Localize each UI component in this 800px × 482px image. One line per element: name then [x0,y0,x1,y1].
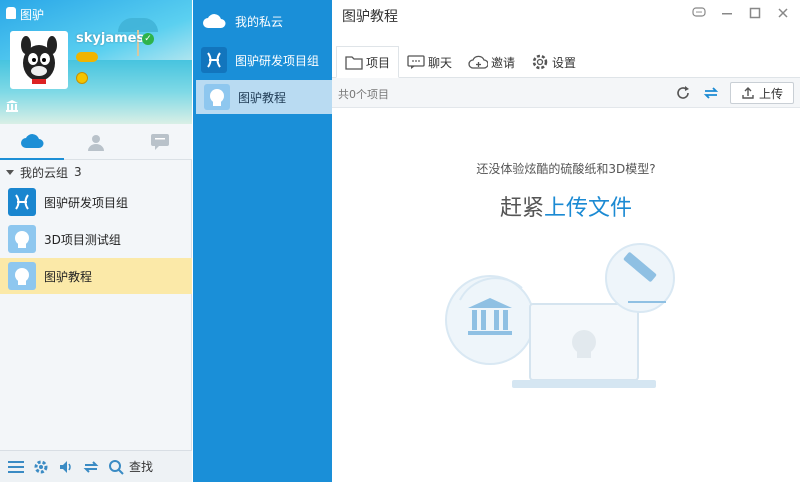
app-logo-icon [6,7,16,19]
laptop-illustration-icon [512,303,656,388]
tab-cloud[interactable] [0,124,64,160]
gear-icon [532,54,548,70]
sync-icon[interactable] [83,459,99,475]
maximize-icon[interactable] [748,6,762,20]
close-icon[interactable] [776,6,790,20]
nav-item-label: 图驴研发项目组 [235,53,320,68]
tab-invite[interactable]: 邀请 [460,46,523,78]
bank-circle [445,275,535,365]
folder-icon [345,56,363,70]
group-item-selected[interactable]: 图驴教程 [0,258,192,294]
level-badge-icon [76,52,98,62]
empty-state-question: 还没体验炫酷的硫酸纸和3D模型? [476,162,656,176]
window-controls [692,6,790,20]
cloud-icon [21,134,44,148]
tab-label: 设置 [552,55,577,70]
empty-state-cta: 赶紧上传文件 [332,190,800,222]
collapse-triangle-icon [6,169,14,175]
cloud-group-label: 我的云组 [20,165,69,180]
left-panel: 图驴 skyjames ✓ 我的云组 3 图驴研发项目组 3D项目测试组 图驴教… [0,0,192,482]
tab-contacts[interactable] [64,124,128,160]
tab-label: 邀请 [491,55,516,70]
head-avatar-icon [8,262,36,290]
upload-icon [742,87,754,99]
tab-label: 聊天 [428,55,453,70]
upload-file-link[interactable]: 上传文件 [544,196,632,221]
username: skyjames [76,31,145,46]
nav-item-selected[interactable]: 图驴教程 [196,80,332,114]
group-item[interactable]: 3D项目测试组 [0,221,192,257]
content-panel: 图驴教程 项目 聊天 邀请 设置 共0个项目 上传 还没体验炫酷的硫酸纸和3D模… [332,0,800,482]
bottom-toolbar: 查找 [0,450,192,482]
tab-messages[interactable] [128,124,192,160]
upload-label: 上传 [758,86,783,101]
tab-chat[interactable]: 聊天 [399,46,460,78]
head-avatar-icon [8,225,36,253]
pisces-icon [201,47,227,73]
cloud-invite-icon [468,55,489,69]
chat-icon [407,55,425,69]
sync-button[interactable] [702,84,720,102]
item-count: 共0个项目 [338,88,389,101]
message-icon [151,134,169,150]
empty-state-illustration [445,243,675,388]
profile-banner: 图驴 skyjames ✓ [0,0,192,124]
pisces-icon [8,188,36,216]
upload-button[interactable]: 上传 [730,82,794,104]
bank-icon[interactable] [6,100,18,115]
donkey-avatar-icon [21,36,57,84]
tab-project[interactable]: 项目 [336,46,400,78]
refresh-button[interactable] [674,84,692,102]
left-tab-bar [0,124,192,160]
feedback-icon[interactable] [692,6,706,20]
minimize-icon[interactable] [720,6,734,20]
cloud-group-header[interactable]: 我的云组 3 [0,162,192,182]
tab-settings[interactable]: 设置 [523,46,584,78]
tab-label: 项目 [366,55,391,70]
nav-item-label: 图驴教程 [238,90,287,105]
cloud-group-count: 3 [74,165,82,179]
group-item-label: 图驴教程 [44,269,93,284]
nav-item-private-cloud[interactable]: 我的私云 [193,4,332,38]
app-title: 图驴 [20,8,45,22]
cta-prefix: 赶紧 [499,196,544,221]
content-toolbar: 共0个项目 上传 [332,78,800,108]
content-tab-bar: 项目 聊天 邀请 设置 [336,46,584,78]
menu-icon[interactable] [8,459,24,475]
head-avatar-icon [204,84,230,110]
group-item[interactable]: 图驴研发项目组 [0,184,192,220]
nav-item-group[interactable]: 图驴研发项目组 [193,43,332,77]
cloud-nav-panel: 我的私云 图驴研发项目组 图驴教程 [193,0,332,482]
group-item-label: 3D项目测试组 [44,232,121,247]
sync-icon [703,87,719,99]
gear-icon[interactable] [33,459,49,475]
user-icon [88,135,104,151]
group-item-label: 图驴研发项目组 [44,195,129,210]
page-title: 图驴教程 [342,9,398,25]
search-icon[interactable] [108,459,124,475]
vip-badge-icon [76,72,88,84]
nav-item-label: 我的私云 [235,14,284,29]
verified-check-icon: ✓ [142,33,154,45]
speaker-icon[interactable] [58,459,74,475]
cloud-icon [201,8,227,34]
search-label[interactable]: 查找 [129,458,153,475]
avatar[interactable] [10,31,68,89]
refresh-icon [677,86,689,99]
